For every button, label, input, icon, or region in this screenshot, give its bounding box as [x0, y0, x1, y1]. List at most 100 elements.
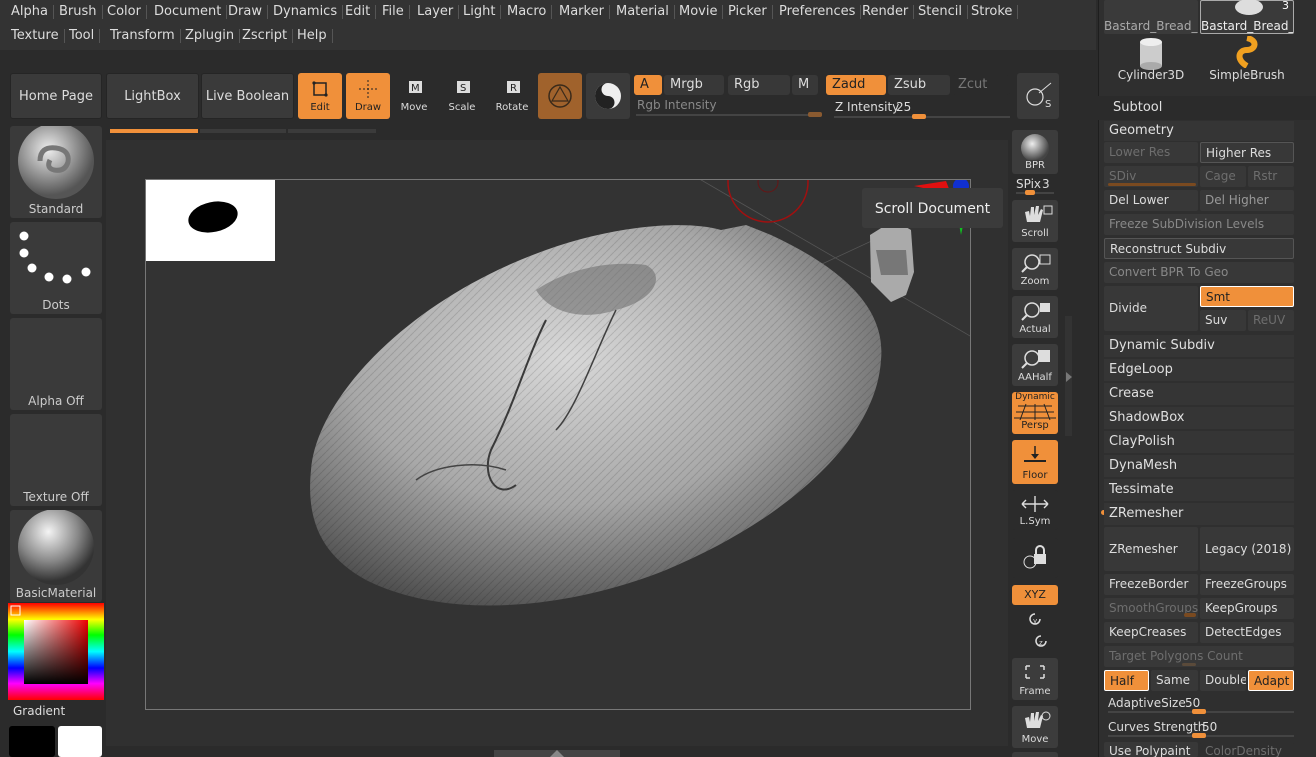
menu-light[interactable]: Light — [458, 0, 502, 24]
zremesher-header[interactable]: ZRemesher — [1104, 503, 1294, 525]
freezeborder-toggle[interactable]: FreezeBorder — [1104, 574, 1198, 595]
texture-thumb[interactable]: Texture Off — [10, 414, 102, 506]
stroke-spotlight-button[interactable]: S — [1017, 73, 1059, 119]
live-boolean-button[interactable]: Live Boolean — [201, 73, 294, 119]
mrgb-toggle[interactable]: Mrgb — [664, 75, 724, 95]
spix-slider[interactable] — [1016, 192, 1054, 194]
a-toggle[interactable]: A — [634, 75, 662, 95]
same-toggle[interactable]: Same — [1151, 670, 1198, 691]
freeze-subdiv-button[interactable]: Freeze SubDivision Levels — [1104, 214, 1294, 235]
alpha-thumb[interactable]: Alpha Off — [10, 318, 102, 410]
tessimate-header[interactable]: Tessimate — [1104, 479, 1294, 501]
subtool-thumb-2[interactable]: 3 Bastard_Bread_l — [1200, 0, 1294, 34]
menu-edit[interactable]: Edit — [340, 0, 377, 24]
smt-toggle[interactable]: Smt — [1200, 286, 1294, 307]
menu-tool[interactable]: Tool — [64, 24, 101, 48]
reuv-button[interactable]: ReUV — [1248, 310, 1294, 331]
use-polypaint-toggle[interactable]: Use Polypaint — [1104, 742, 1198, 757]
dynamic-subdiv-header[interactable]: Dynamic Subdiv — [1104, 335, 1294, 357]
dynamesh-header[interactable]: DynaMesh — [1104, 455, 1294, 477]
frame-button[interactable]: Frame — [1012, 658, 1058, 700]
rgb-intensity-knob[interactable] — [808, 112, 822, 117]
main-color-swatch[interactable] — [58, 726, 102, 757]
reconstruct-subdiv-button[interactable]: Reconstruct Subdiv — [1104, 238, 1294, 259]
spix-knob[interactable] — [1025, 190, 1035, 195]
rstr-button[interactable]: Rstr — [1248, 166, 1294, 187]
persp-button[interactable]: Dynamic Persp — [1012, 392, 1058, 434]
smoothgroups-slider[interactable]: SmoothGroups — [1104, 598, 1198, 619]
menu-document[interactable]: Document — [149, 0, 228, 24]
half-toggle[interactable]: Half — [1104, 670, 1149, 691]
menu-brush[interactable]: Brush — [54, 0, 103, 24]
menu-texture[interactable]: Texture — [6, 24, 65, 48]
zadd-toggle[interactable]: Zadd — [826, 75, 886, 95]
rotate-y-icon[interactable]: y — [1026, 610, 1044, 626]
menu-macro[interactable]: Macro — [502, 0, 553, 24]
aahalf-button[interactable]: AAHalf — [1012, 344, 1058, 386]
menu-alpha[interactable]: Alpha — [6, 0, 54, 24]
polyframe-button[interactable] — [586, 73, 630, 119]
menu-draw[interactable]: Draw — [223, 0, 268, 24]
edit-button[interactable]: Edit — [298, 73, 342, 119]
menu-color[interactable]: Color — [102, 0, 147, 24]
floor-button[interactable]: Floor — [1012, 440, 1058, 484]
rgb-intensity-slider[interactable] — [636, 114, 822, 116]
cage-button[interactable]: Cage — [1200, 166, 1246, 187]
color-picker[interactable] — [8, 603, 104, 700]
double-toggle[interactable]: Double — [1200, 670, 1246, 691]
chevron-up-icon[interactable] — [546, 749, 568, 757]
zremesher-button[interactable]: ZRemesher — [1104, 527, 1198, 571]
adapt-toggle[interactable]: Adapt — [1248, 670, 1294, 691]
bpr-button[interactable]: BPR — [1012, 130, 1058, 174]
zoom-button[interactable]: Zoom — [1012, 248, 1058, 290]
menu-material[interactable]: Material — [611, 0, 675, 24]
subtool-thumb-4[interactable]: SimpleBrush — [1200, 36, 1294, 82]
material-sphere-button[interactable] — [538, 73, 582, 119]
transp-lock-button[interactable] — [1012, 538, 1058, 578]
scroll-button[interactable]: Scroll — [1012, 200, 1058, 242]
del-higher-button[interactable]: Del Higher — [1200, 190, 1294, 211]
zsub-toggle[interactable]: Zsub — [888, 75, 950, 95]
rgb-toggle[interactable]: Rgb — [728, 75, 790, 95]
rotate-z-icon[interactable]: z — [1032, 632, 1050, 648]
adaptive-size-slider[interactable]: AdaptiveSize 50 — [1104, 694, 1294, 716]
z-intensity-knob[interactable] — [912, 114, 926, 119]
edgeloop-header[interactable]: EdgeLoop — [1104, 359, 1294, 381]
freezegroups-toggle[interactable]: FreezeGroups — [1200, 574, 1294, 595]
divide-button[interactable]: Divide — [1104, 286, 1198, 331]
menu-dynamics[interactable]: Dynamics — [268, 0, 344, 24]
canvas-area[interactable] — [145, 179, 971, 710]
menu-transform[interactable]: Transform — [105, 24, 181, 48]
stroke-thumb[interactable]: Dots — [10, 222, 102, 314]
sdiv-slider[interactable]: SDiv — [1104, 166, 1198, 187]
zcut-toggle[interactable]: Zcut — [952, 75, 1010, 95]
menu-render[interactable]: Render — [857, 0, 915, 24]
geometry-header[interactable]: Geometry — [1104, 121, 1294, 141]
curves-strength-slider[interactable]: Curves Strength 50 — [1104, 718, 1294, 740]
shadowbox-header[interactable]: ShadowBox — [1104, 407, 1294, 429]
higher-res-button[interactable]: Higher Res — [1200, 142, 1294, 163]
legacy-button[interactable]: Legacy (2018) — [1200, 527, 1294, 571]
menu-stencil[interactable]: Stencil — [913, 0, 968, 24]
material-thumb[interactable]: BasicMaterial — [10, 509, 102, 602]
crease-header[interactable]: Crease — [1104, 383, 1294, 405]
subtool-thumb-3[interactable]: Cylinder3D — [1104, 36, 1198, 82]
menu-preferences[interactable]: Preferences — [774, 0, 862, 24]
keepcreases-toggle[interactable]: KeepCreases — [1104, 622, 1198, 643]
move-view-button[interactable]: Move — [1012, 706, 1058, 748]
subtool-header[interactable]: Subtool — [1098, 96, 1316, 120]
menu-file[interactable]: File — [377, 0, 410, 24]
menu-zscript[interactable]: Zscript — [237, 24, 294, 48]
claypolish-header[interactable]: ClayPolish — [1104, 431, 1294, 453]
chevron-right-icon[interactable] — [1064, 370, 1073, 384]
menu-movie[interactable]: Movie — [674, 0, 724, 24]
actual-button[interactable]: Actual — [1012, 296, 1058, 338]
brush-thumb[interactable]: Standard — [10, 123, 102, 218]
menu-picker[interactable]: Picker — [723, 0, 773, 24]
m-toggle[interactable]: M — [792, 75, 818, 95]
lower-res-button[interactable]: Lower Res — [1104, 142, 1198, 163]
color-density-slider[interactable]: ColorDensity — [1200, 742, 1294, 757]
lightbox-button[interactable]: LightBox — [106, 73, 199, 119]
detectedges-toggle[interactable]: DetectEdges — [1200, 622, 1294, 643]
del-lower-button[interactable]: Del Lower — [1104, 190, 1198, 211]
